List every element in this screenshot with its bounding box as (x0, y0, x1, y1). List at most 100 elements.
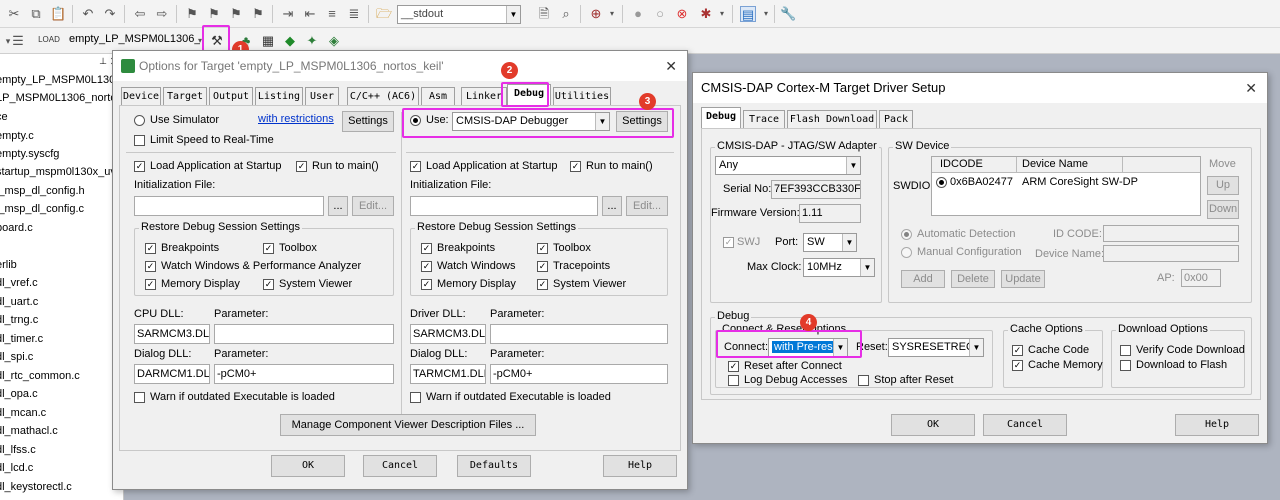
cancel-button[interactable]: Cancel (363, 455, 437, 477)
open-file-icon[interactable]: 🗁 (376, 6, 392, 22)
breakpoints-checkbox[interactable]: ✓ (145, 243, 156, 254)
tree-item[interactable]: i_msp_dl_config.h (0, 185, 85, 197)
bookmark-prev-icon[interactable]: ⚑ (206, 6, 222, 22)
device-name-input[interactable] (1103, 245, 1239, 262)
cut-icon[interactable]: ✂ (6, 6, 22, 22)
browse-button[interactable]: ... (328, 196, 348, 216)
uncomment-icon[interactable]: ≣ (346, 6, 362, 22)
tree-item[interactable]: LP_MSPM0L1306_nortos (0, 92, 122, 104)
adapter-select[interactable]: Any ▼ (715, 156, 861, 175)
ok-button[interactable]: OK (891, 414, 975, 436)
cpu-dll-input[interactable]: SARMCM3.DLL (134, 324, 210, 344)
dialog-dll-param-input[interactable]: -pCM0+ (490, 364, 668, 384)
tab-trace[interactable]: Trace (743, 110, 785, 128)
toolbox-checkbox[interactable]: ✓ (263, 243, 274, 254)
chevron-down-icon[interactable]: ▾ (758, 6, 774, 22)
delete-button[interactable]: Delete (951, 270, 995, 288)
configure-icon[interactable]: 🔧 (780, 6, 796, 22)
output-target-dropdown[interactable]: __stdout ▼ (397, 5, 521, 24)
watch-windows-checkbox[interactable]: ✓ (145, 261, 156, 272)
watch-windows-checkbox[interactable]: ✓ (421, 261, 432, 272)
tab-debug[interactable]: Debug (701, 107, 741, 128)
tree-item[interactable]: i_msp_dl_config.c (0, 203, 84, 215)
port-select[interactable]: SW ▼ (803, 233, 857, 252)
add-button[interactable]: Add (901, 270, 945, 288)
tree-item[interactable]: dl_vref.c (0, 277, 38, 289)
cpu-dll-param-input[interactable] (214, 324, 394, 344)
memory-display-checkbox[interactable]: ✓ (145, 279, 156, 290)
reset-after-connect-checkbox[interactable]: ✓ (728, 361, 739, 372)
edit-button[interactable]: Edit... (352, 196, 394, 216)
tree-item[interactable]: dl_keystorectl.c (0, 481, 72, 493)
dialog-dll-input[interactable]: DARMCM1.DLL (134, 364, 210, 384)
stop-after-reset-checkbox[interactable] (858, 375, 869, 386)
verify-code-checkbox[interactable] (1120, 345, 1131, 356)
debug-session-icon[interactable]: ⊕ (588, 6, 604, 22)
tree-item[interactable]: dl_lfss.c (0, 444, 36, 456)
project-target-dropdown[interactable]: empty_LP_MSPM0L1306_ (66, 31, 200, 50)
chevron-down-icon[interactable]: ▾ (714, 6, 730, 22)
limit-speed-checkbox[interactable] (134, 135, 145, 146)
copy-icon[interactable]: ⧉ (28, 6, 44, 22)
tree-item[interactable]: board.c (0, 222, 33, 234)
driver-dll-param-input[interactable] (490, 324, 668, 344)
select-packs-icon[interactable]: ▦ (260, 33, 276, 49)
tab-user[interactable]: User (305, 87, 339, 105)
simulator-settings-button[interactable]: Settings (342, 111, 394, 132)
batch-build-icon[interactable]: ☰ (10, 33, 26, 49)
load-app-checkbox[interactable]: ✓ (134, 161, 145, 172)
tab-asm[interactable]: Asm (421, 87, 455, 105)
cache-code-checkbox[interactable]: ✓ (1012, 345, 1023, 356)
cache-memory-checkbox[interactable]: ✓ (1012, 360, 1023, 371)
reset-select[interactable]: SYSRESETREQ ▼ (888, 338, 984, 357)
device-select-radio[interactable] (936, 177, 947, 188)
load-app-checkbox[interactable]: ✓ (410, 161, 421, 172)
browse-button[interactable]: ... (602, 196, 622, 216)
swj-checkbox[interactable]: ✓ (723, 237, 734, 248)
edit-button[interactable]: Edit... (626, 196, 668, 216)
breakpoint-window-icon[interactable]: ✱ (698, 6, 714, 22)
tree-item[interactable]: erlib (0, 259, 17, 271)
incremental-find-icon[interactable]: ⌕ (558, 6, 574, 22)
tab-output[interactable]: Output (209, 87, 253, 105)
bookmark-clear-icon[interactable]: ⚑ (250, 6, 266, 22)
run-to-main-checkbox[interactable]: ✓ (296, 161, 307, 172)
ap-input[interactable]: 0x00 (1181, 269, 1221, 287)
tab-flash-download[interactable]: Flash Download (787, 110, 877, 128)
pin-icon[interactable]: ⊥ (99, 56, 107, 67)
nav-forward-icon[interactable]: ⇨ (154, 6, 170, 22)
redo-icon[interactable]: ↷ (102, 6, 118, 22)
move-up-button[interactable]: Up (1207, 176, 1239, 195)
tab-listing[interactable]: Listing (255, 87, 303, 105)
tree-item[interactable]: dl_timer.c (0, 333, 43, 345)
log-debug-checkbox[interactable] (728, 375, 739, 386)
nav-back-icon[interactable]: ⇦ (132, 6, 148, 22)
tab-device[interactable]: Device (121, 87, 161, 105)
tree-item[interactable]: dl_lcd.c (0, 462, 33, 474)
comment-icon[interactable]: ≡ (324, 6, 340, 22)
system-viewer-checkbox[interactable]: ✓ (263, 279, 274, 290)
auto-detect-radio[interactable] (901, 229, 912, 240)
tree-item[interactable]: empty.syscfg (0, 148, 59, 160)
close-icon[interactable]: ✕ (665, 51, 677, 81)
sw-device-table[interactable]: IDCODE Device Name 0x6BA02477 ARM CoreSi… (931, 156, 1201, 216)
breakpoint-icon[interactable]: ● (630, 6, 646, 22)
defaults-button[interactable]: Defaults (457, 455, 531, 477)
tree-item[interactable]: empty.c (0, 130, 34, 142)
move-down-button[interactable]: Down (1207, 200, 1239, 219)
pack-installer-icon[interactable]: ✦ (304, 33, 320, 49)
manage-component-viewer-button[interactable]: Manage Component Viewer Description File… (280, 414, 536, 436)
undo-icon[interactable]: ↶ (80, 6, 96, 22)
tree-item[interactable]: dl_spi.c (0, 351, 33, 363)
help-button[interactable]: Help (603, 455, 677, 477)
help-button[interactable]: Help (1175, 414, 1259, 436)
tab-cpp[interactable]: C/C++ (AC6) (347, 87, 419, 105)
tab-target[interactable]: Target (163, 87, 207, 105)
driver-dll-input[interactable]: SARMCM3.DLL (410, 324, 486, 344)
tree-item[interactable]: startup_mspm0l130x_uv (0, 166, 116, 178)
id-code-input[interactable] (1103, 225, 1239, 242)
close-icon[interactable]: ✕ (1245, 73, 1257, 103)
software-packs-icon[interactable]: ◈ (326, 33, 342, 49)
indent-icon[interactable]: ⇥ (280, 6, 296, 22)
init-file-input[interactable] (134, 196, 324, 216)
